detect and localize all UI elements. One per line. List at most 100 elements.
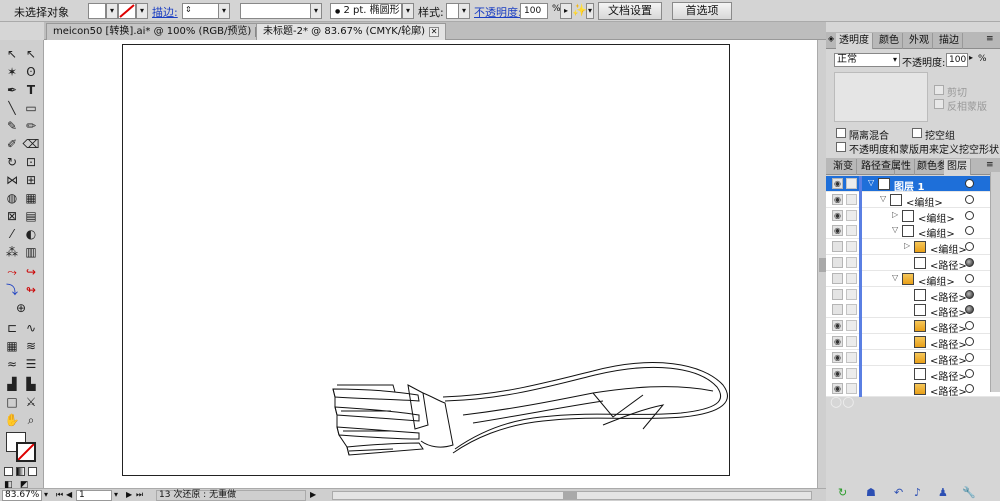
lock-toggle[interactable] <box>846 225 857 237</box>
invert-mask-checkbox[interactable] <box>934 99 944 109</box>
zoom-field[interactable]: 83.67% <box>2 490 42 501</box>
close-icon[interactable]: ✕ <box>429 27 440 37</box>
line-tool-icon[interactable]: ╲ <box>3 100 21 116</box>
visibility-eye-icon[interactable]: ◉ <box>832 320 843 332</box>
gradient-tool-icon[interactable]: ▤ <box>22 208 40 224</box>
expand-triangle-icon[interactable]: ▽ <box>892 225 898 234</box>
target-circle-icon[interactable] <box>965 305 974 315</box>
layer-row[interactable]: <路径> <box>826 302 1000 319</box>
visibility-eye-icon[interactable]: ◉ <box>832 178 843 189</box>
selection-tool-icon[interactable]: ↖ <box>3 46 21 62</box>
visibility-eye-icon[interactable] <box>832 272 843 284</box>
anchor-tool-blue-icon[interactable]: ⤵ <box>3 282 21 298</box>
tab-attributes[interactable]: 属性 <box>888 159 915 175</box>
target-circle-icon[interactable] <box>965 368 974 378</box>
canvas-vertical-scrollbar[interactable] <box>817 40 826 488</box>
fill-swatch[interactable] <box>88 3 106 19</box>
visibility-eye-icon[interactable]: ◉ <box>832 225 843 237</box>
direct-selection-tool-icon[interactable]: ↖ <box>22 46 40 62</box>
opacity-field[interactable]: 100 <box>520 3 548 19</box>
fill-mode-color-icon[interactable] <box>4 467 13 476</box>
artboard[interactable] <box>122 44 730 476</box>
layer-row[interactable]: ◉ ▽ <编组> <box>826 191 1000 209</box>
lock-toggle[interactable] <box>846 336 857 347</box>
rectangle-outline-tool-icon[interactable]: □ <box>3 394 21 410</box>
user-icon[interactable]: ♟ <box>938 486 948 499</box>
eraser-tool-icon[interactable]: ⌫ <box>22 136 40 152</box>
lock-toggle[interactable] <box>846 351 857 363</box>
lock-toggle[interactable] <box>846 304 857 316</box>
lock-toggle[interactable] <box>846 383 857 395</box>
stroke-dropdown[interactable]: ▾ <box>136 3 148 19</box>
music-icon[interactable]: ♪ <box>914 486 921 499</box>
layer-row[interactable]: <路径> <box>826 255 1000 272</box>
next-page-icon[interactable]: ▶ <box>126 490 132 499</box>
target-circle-icon[interactable] <box>965 179 974 188</box>
canvas-area[interactable] <box>44 40 817 488</box>
tab-gradient[interactable]: 渐变 <box>830 159 857 175</box>
opacity-mask-thumbnail[interactable] <box>834 72 928 122</box>
layer-row[interactable]: ◉ <路径> <box>826 349 1000 367</box>
layer-row[interactable]: ▷ <编组> <box>826 239 1000 256</box>
knife-tool-icon[interactable]: ⚔ <box>22 394 40 410</box>
scale-tool-icon[interactable]: ⊡ <box>22 154 40 170</box>
width-tool-icon[interactable]: ⋈ <box>3 172 21 188</box>
collapsed-triangle-icon[interactable]: ▷ <box>904 241 910 250</box>
refresh-icon[interactable]: ↻ <box>838 486 847 499</box>
blob-brush-tool-icon[interactable]: ✐ <box>3 136 21 152</box>
target-circle-icon[interactable] <box>965 321 974 331</box>
layer-action-icon[interactable]: ☗ <box>866 486 876 499</box>
lock-toggle[interactable] <box>846 320 857 332</box>
tab-stroke[interactable]: 描边 <box>936 33 963 49</box>
layers-scrollbar[interactable] <box>990 172 1000 392</box>
page-field[interactable]: 1 <box>76 490 112 501</box>
rotate-tool-icon[interactable]: ↻ <box>3 154 21 170</box>
scroll-thumb[interactable] <box>563 492 577 499</box>
target-circle-icon[interactable] <box>965 337 974 346</box>
scroll-thumb[interactable] <box>819 258 826 272</box>
column-graph-tool-icon[interactable]: ▥ <box>22 244 40 260</box>
variable-width-profile[interactable] <box>240 3 320 19</box>
free-transform-tool-icon[interactable]: ⊞ <box>22 172 40 188</box>
panel-menu-icon[interactable]: ≡ <box>986 34 994 44</box>
stroke-link[interactable]: 描边: <box>152 4 178 20</box>
gradient-mode-icon[interactable] <box>16 467 25 476</box>
align-tool-icon[interactable]: ≋ <box>22 338 40 354</box>
stroke-color-swatch[interactable] <box>16 442 36 462</box>
lock-toggle[interactable] <box>846 288 857 300</box>
isolate-blending-checkbox[interactable] <box>836 128 846 138</box>
layer-row[interactable]: ▽ <编组> <box>826 270 1000 288</box>
visibility-eye-icon[interactable] <box>832 304 843 316</box>
lock-toggle[interactable] <box>846 241 857 253</box>
document-setup-button[interactable]: 文档设置 <box>598 2 662 20</box>
target-circle-icon[interactable] <box>965 273 974 283</box>
recolor-dropdown[interactable]: ▾ <box>586 3 594 19</box>
lock-toggle[interactable] <box>846 178 857 189</box>
brush-definition[interactable]: ● 2 pt. 椭圆形 <box>330 3 402 19</box>
paintbrush-tool-icon[interactable]: ✎ <box>3 118 21 134</box>
wave-tool-icon[interactable]: ≈ <box>3 356 21 372</box>
clip-checkbox[interactable] <box>934 85 944 95</box>
tab-appearance[interactable]: 外观 <box>906 33 933 49</box>
panel-opacity-field[interactable]: 100 <box>946 53 968 67</box>
perspective-grid-tool-icon[interactable]: ▦ <box>22 190 40 206</box>
lock-toggle[interactable] <box>846 209 857 221</box>
shape-builder-tool-icon[interactable]: ◍ <box>3 190 21 206</box>
blend-tool-icon[interactable]: ◐ <box>22 226 40 242</box>
status-menu-icon[interactable]: ▶ <box>310 490 316 499</box>
tab-color[interactable]: 颜色 <box>876 33 903 49</box>
doc-tab-untitled-2[interactable]: 未标题-2* @ 83.67% (CMYK/轮廓) ✕ <box>256 23 447 40</box>
curve-tool-red-icon[interactable]: ↪ <box>22 264 40 280</box>
visibility-eye-icon[interactable]: ◉ <box>832 351 843 363</box>
layer-row[interactable]: <路径> <box>826 286 1000 304</box>
variable-width-dropdown[interactable]: ▾ <box>310 3 322 19</box>
hand-tool-icon[interactable]: ✋ <box>3 412 21 428</box>
blend-mode-select[interactable]: 正常 ▾ <box>834 53 900 67</box>
opacity-stepper-icon[interactable]: ▸ <box>969 53 973 62</box>
symbol-sprayer-tool-icon[interactable]: ⁂ <box>3 244 21 260</box>
visibility-eye-icon[interactable] <box>832 257 843 268</box>
tab-transparency[interactable]: 透明度 <box>836 33 873 49</box>
lasso-tool-icon[interactable]: ʘ <box>22 64 40 80</box>
last-page-icon[interactable]: ⏭ <box>136 490 143 500</box>
horizontal-scrollbar[interactable] <box>332 491 812 500</box>
